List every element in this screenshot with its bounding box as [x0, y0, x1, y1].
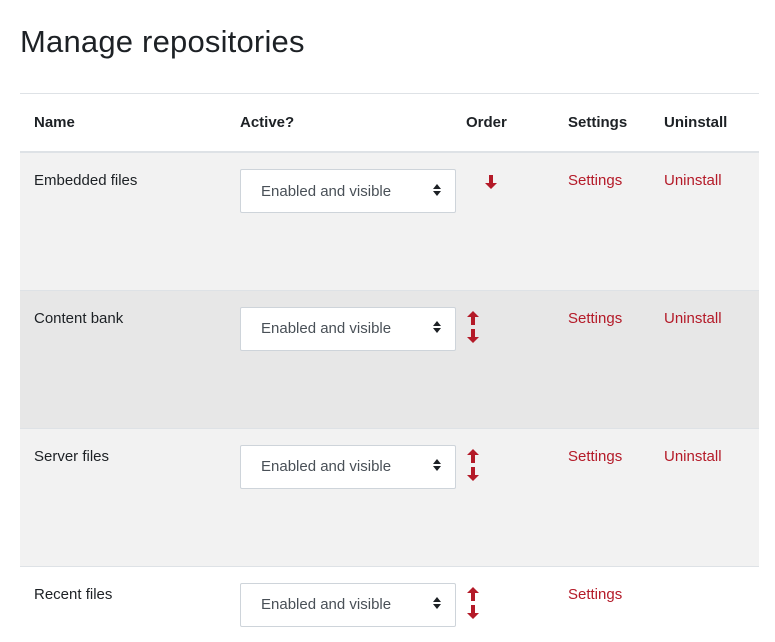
table-row: Recent files Enabled and visible Setting…: [20, 565, 759, 642]
arrow-up-icon[interactable]: [466, 586, 480, 602]
column-header-settings: Settings: [554, 93, 650, 153]
arrow-down-icon[interactable]: [466, 466, 480, 482]
active-select-value: Enabled and visible: [261, 596, 392, 613]
arrow-up-icon[interactable]: [466, 310, 480, 326]
uninstall-link[interactable]: Uninstall: [664, 445, 722, 465]
table-row: Server files Enabled and visible Setting…: [20, 427, 759, 566]
repository-name: Server files: [34, 447, 110, 465]
column-header-name: Name: [20, 93, 226, 153]
arrow-down-icon[interactable]: [466, 604, 480, 620]
repository-name: Embedded files: [34, 172, 138, 189]
uninstall-link[interactable]: Uninstall: [664, 307, 722, 327]
table-row: Embedded files Enabled and visible Setti…: [20, 151, 759, 290]
settings-link[interactable]: Settings: [568, 307, 622, 327]
sort-caret-icon: [433, 183, 441, 199]
active-select-value: Enabled and visible: [261, 320, 392, 337]
active-select[interactable]: Enabled and visible: [240, 169, 456, 213]
table-header-row: Name Active? Order Settings Uninstall: [20, 93, 759, 153]
page-title: Manage repositories: [20, 24, 305, 59]
active-select[interactable]: Enabled and visible: [240, 582, 456, 627]
arrow-up-icon[interactable]: [466, 448, 480, 464]
manage-repositories-page: Manage repositories Name Active? Order S…: [0, 0, 775, 642]
column-header-active: Active?: [226, 93, 462, 153]
repositories-table: Name Active? Order Settings Uninstall Em…: [20, 93, 759, 642]
repository-name: Recent files: [34, 585, 113, 603]
column-header-uninstall: Uninstall: [650, 93, 759, 153]
settings-link[interactable]: Settings: [568, 169, 622, 189]
active-select-value: Enabled and visible: [261, 458, 392, 475]
repository-name: Content bank: [34, 309, 124, 327]
column-header-order: Order: [462, 93, 554, 153]
active-select-value: Enabled and visible: [261, 182, 392, 200]
sort-caret-icon: [433, 459, 441, 474]
arrow-down-icon[interactable]: [484, 172, 498, 190]
uninstall-link[interactable]: Uninstall: [664, 169, 722, 189]
settings-link[interactable]: Settings: [568, 583, 622, 603]
table-row: Content bank Enabled and visible Setting…: [20, 289, 759, 428]
active-select[interactable]: Enabled and visible: [240, 444, 456, 489]
settings-link[interactable]: Settings: [568, 445, 622, 465]
active-select[interactable]: Enabled and visible: [240, 306, 456, 351]
sort-caret-icon: [433, 597, 441, 612]
sort-caret-icon: [433, 321, 441, 336]
arrow-down-icon[interactable]: [466, 328, 480, 344]
